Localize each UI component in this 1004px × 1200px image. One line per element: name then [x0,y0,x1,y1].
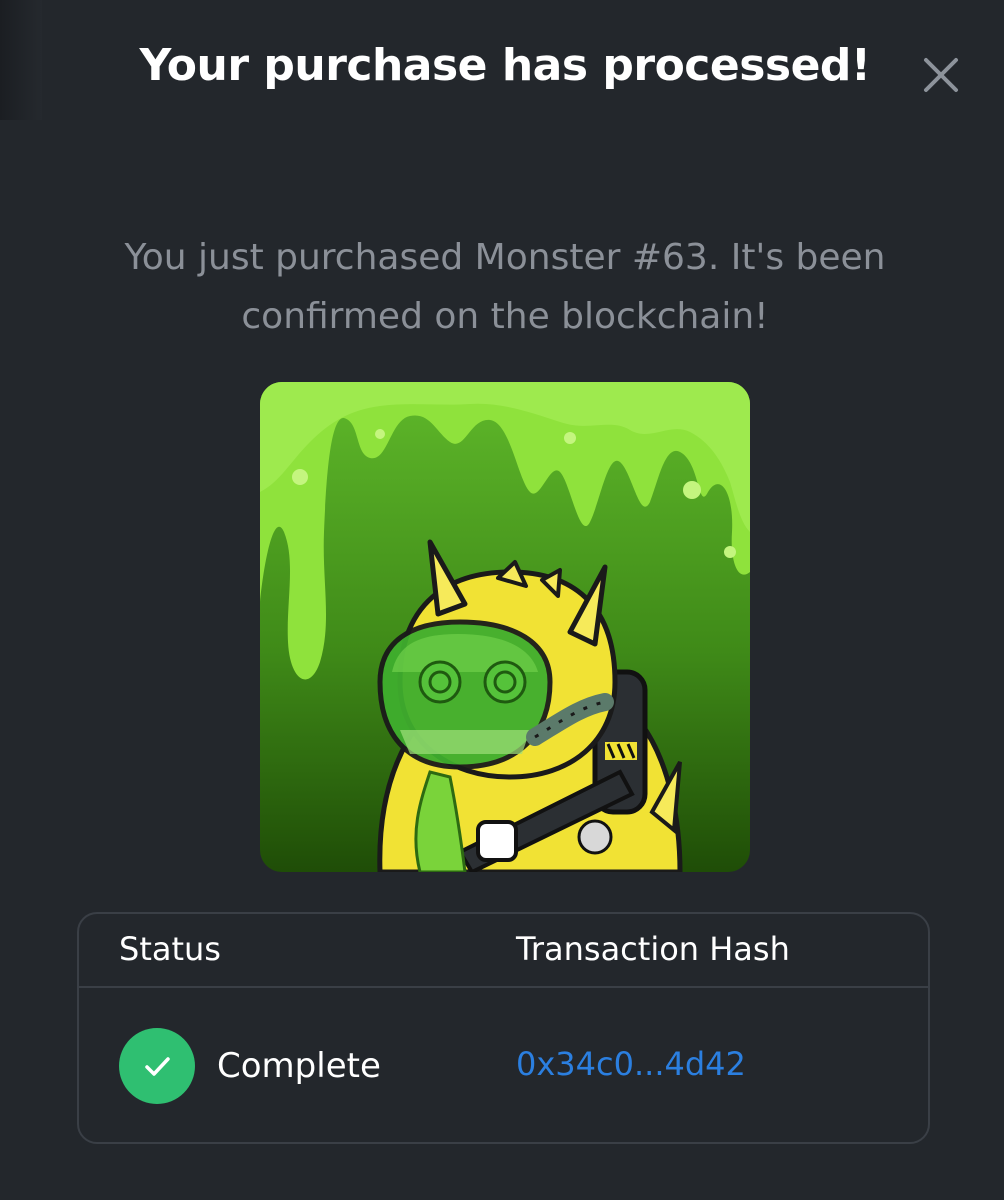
purchase-success-modal: Your purchase has processed! You just pu… [0,0,1004,1200]
transaction-hash-link[interactable]: 0x34c0...4d42 [516,1045,746,1083]
close-button[interactable] [918,52,964,98]
check-circle-icon [119,1028,195,1104]
status-cell: Complete [119,1028,381,1104]
status-value: Complete [217,1046,381,1086]
status-column-header: Status [119,930,221,968]
monster-artwork [260,382,750,872]
close-icon[interactable] [918,52,964,98]
transaction-hash-column-header: Transaction Hash [516,930,790,968]
purchase-message: You just purchased Monster #63. It's bee… [124,237,886,337]
modal-title: Your purchase has processed! [139,40,871,91]
transaction-table-header: Status Transaction Hash [79,914,928,988]
nft-image [260,382,750,872]
transaction-table: Status Transaction Hash Complete 0x34c0.… [77,912,930,1144]
